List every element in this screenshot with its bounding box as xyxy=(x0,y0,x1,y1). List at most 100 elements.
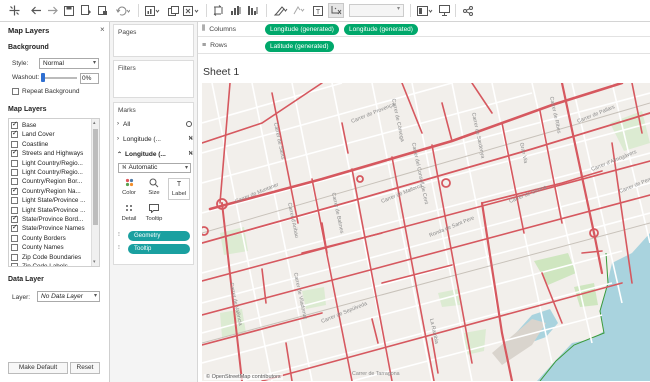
washout-slider-track[interactable] xyxy=(41,77,77,79)
map-layer-label: Light State/Province ... xyxy=(22,206,86,214)
map-attribution[interactable]: © OpenStreetMap contributors xyxy=(204,374,283,380)
share-icon[interactable] xyxy=(462,3,474,18)
presentation-icon[interactable] xyxy=(438,3,450,18)
rows-pill-1[interactable]: Latitude (generated) xyxy=(265,41,334,52)
map-layer-checkbox[interactable] xyxy=(11,178,18,186)
swap-icon[interactable] xyxy=(212,3,224,18)
fix-axes-icon[interactable] xyxy=(328,3,344,18)
layers-scrollbar-thumb[interactable] xyxy=(93,129,98,225)
columns-label-text: Columns xyxy=(209,25,237,33)
forward-icon[interactable] xyxy=(46,3,58,18)
sheet-title[interactable]: Sheet 1 xyxy=(203,66,239,78)
geometry-pill[interactable]: Geometry xyxy=(128,231,190,241)
background-heading: Background xyxy=(8,44,49,51)
columns-pill-1[interactable]: Longitude (generated) xyxy=(265,24,339,35)
sort-descending-icon[interactable] xyxy=(246,3,260,18)
make-default-button[interactable]: Make Default xyxy=(8,362,68,374)
duplicate-icon[interactable] xyxy=(166,3,180,18)
map-layer-row[interactable]: Light State/Province ... xyxy=(11,206,85,215)
marks-longitude-1-row[interactable]: › Longitude (... ⛕ xyxy=(117,134,193,144)
clear-sheet-icon[interactable] xyxy=(182,3,200,18)
map-layer-checkbox[interactable] xyxy=(11,214,18,223)
map-layer-checkbox[interactable] xyxy=(11,169,18,176)
marks-longitude-2-row[interactable]: ⌃ Longitude (... ⛕ xyxy=(117,149,193,159)
label-icon[interactable]: T xyxy=(312,3,324,18)
show-me-icon[interactable] xyxy=(144,3,160,18)
group-icon[interactable] xyxy=(291,3,305,18)
map-layer-row[interactable]: County Names xyxy=(11,243,64,252)
rows-shelf[interactable]: ≡ Rows Latitude (generated) xyxy=(198,39,650,54)
columns-shelf[interactable]: ⫼ Columns Longitude (generated) Longitude… xyxy=(198,22,650,37)
map-layer-row[interactable]: Light State/Province ... xyxy=(11,196,85,205)
map-layer-row[interactable]: Light Country/Regio... xyxy=(11,168,83,177)
map-layer-checkbox[interactable] xyxy=(11,253,18,261)
close-icon[interactable]: × xyxy=(100,25,105,34)
map-canvas[interactable]: Carrer de Sants Carrer de Provença Carre… xyxy=(202,83,650,381)
fit-dropdown[interactable]: ▾ xyxy=(349,4,404,17)
map-layer-row[interactable]: Zip Code Boundaries xyxy=(11,253,81,262)
back-icon[interactable] xyxy=(30,3,42,18)
map-layer-checkbox[interactable] xyxy=(11,186,18,195)
map-layer-checkbox[interactable] xyxy=(11,234,18,242)
style-select[interactable]: Normal ▾ xyxy=(39,58,99,69)
map-layer-row[interactable]: State/Province Bord... xyxy=(11,214,83,224)
scroll-down-icon[interactable]: ▾ xyxy=(93,259,96,265)
scroll-up-icon[interactable]: ▴ xyxy=(93,120,96,126)
map-layer-row[interactable]: Zip Code Labels xyxy=(11,262,68,266)
tooltip-pill[interactable]: Tooltip xyxy=(128,244,190,254)
map-layer-row[interactable]: Land Cover xyxy=(11,129,55,139)
map-layer-row[interactable]: Coastline xyxy=(11,140,48,149)
map-layer-checkbox[interactable] xyxy=(11,129,18,139)
size-button[interactable]: Size xyxy=(143,178,165,200)
label-button[interactable]: T Label xyxy=(168,178,190,200)
worksheet-view: Sheet 1 Carrer de Sants Carrer de Proven… xyxy=(198,57,650,382)
new-datasource-icon[interactable] xyxy=(80,3,92,18)
undo-icon[interactable] xyxy=(115,3,131,18)
filters-card[interactable]: Filters xyxy=(113,60,194,98)
reset-button[interactable]: Reset xyxy=(70,362,100,374)
style-select-value: Normal xyxy=(43,60,64,67)
layers-scrollbar[interactable]: ▴ ▾ xyxy=(91,119,99,266)
map-layer-label: Coastline xyxy=(22,140,49,148)
paste-icon[interactable] xyxy=(97,3,109,18)
detail-button[interactable]: Detail xyxy=(118,204,140,226)
color-button[interactable]: Color xyxy=(118,178,140,200)
street-label: Carrer de Tarragona xyxy=(352,371,400,377)
map-layer-row[interactable]: Country/Region Bor... xyxy=(11,177,82,186)
data-layer-select[interactable]: No Data Layer ▾ xyxy=(37,291,100,302)
save-icon[interactable] xyxy=(63,3,75,18)
marks-all-row[interactable]: › All xyxy=(117,119,193,129)
map-layer-checkbox[interactable] xyxy=(11,148,18,158)
map-layers-title: Map Layers xyxy=(8,26,50,35)
washout-input[interactable]: 0% xyxy=(80,73,99,84)
mark-type-select[interactable]: ⛕ Automatic ▾ xyxy=(118,163,191,173)
map-layer-checkbox[interactable] xyxy=(11,197,18,205)
map-layer-row[interactable]: Light Country/Regio... xyxy=(11,159,83,168)
map-layer-row[interactable]: County Borders xyxy=(11,234,66,243)
map-layer-checkbox[interactable] xyxy=(11,140,18,148)
tooltip-button[interactable]: Tooltip xyxy=(143,204,165,226)
map-mark-icon: ⛕ xyxy=(122,165,127,171)
map-layer-checkbox[interactable] xyxy=(11,206,18,214)
repeat-background-checkbox[interactable] xyxy=(12,88,19,95)
map-layer-row[interactable]: State/Province Names xyxy=(11,223,85,233)
tableau-logo-icon[interactable] xyxy=(8,3,20,18)
size-label: Size xyxy=(148,190,160,196)
map-layer-row[interactable]: Base xyxy=(11,120,36,130)
map-layer-checkbox[interactable] xyxy=(11,223,18,233)
show-cards-icon[interactable] xyxy=(416,3,434,18)
map-layer-row[interactable]: Streets and Highways xyxy=(11,148,83,158)
map-layer-label: Zip Code Boundaries xyxy=(22,253,82,261)
marks-card-title: Marks xyxy=(118,107,136,114)
map[interactable]: Carrer de Sants Carrer de Provença Carre… xyxy=(202,83,650,381)
map-layer-checkbox[interactable] xyxy=(11,120,18,129)
pages-card[interactable]: Pages xyxy=(113,24,194,57)
washout-slider-thumb[interactable] xyxy=(41,73,45,82)
highlight-icon[interactable] xyxy=(272,3,288,18)
columns-pill-2[interactable]: Longitude (generated) xyxy=(344,24,418,35)
map-layer-checkbox[interactable] xyxy=(11,244,18,252)
map-layer-row[interactable]: Country/Region Na... xyxy=(11,186,81,196)
map-layer-checkbox[interactable] xyxy=(11,263,18,266)
map-layer-checkbox[interactable] xyxy=(11,159,18,167)
sort-ascending-icon[interactable] xyxy=(229,3,243,18)
